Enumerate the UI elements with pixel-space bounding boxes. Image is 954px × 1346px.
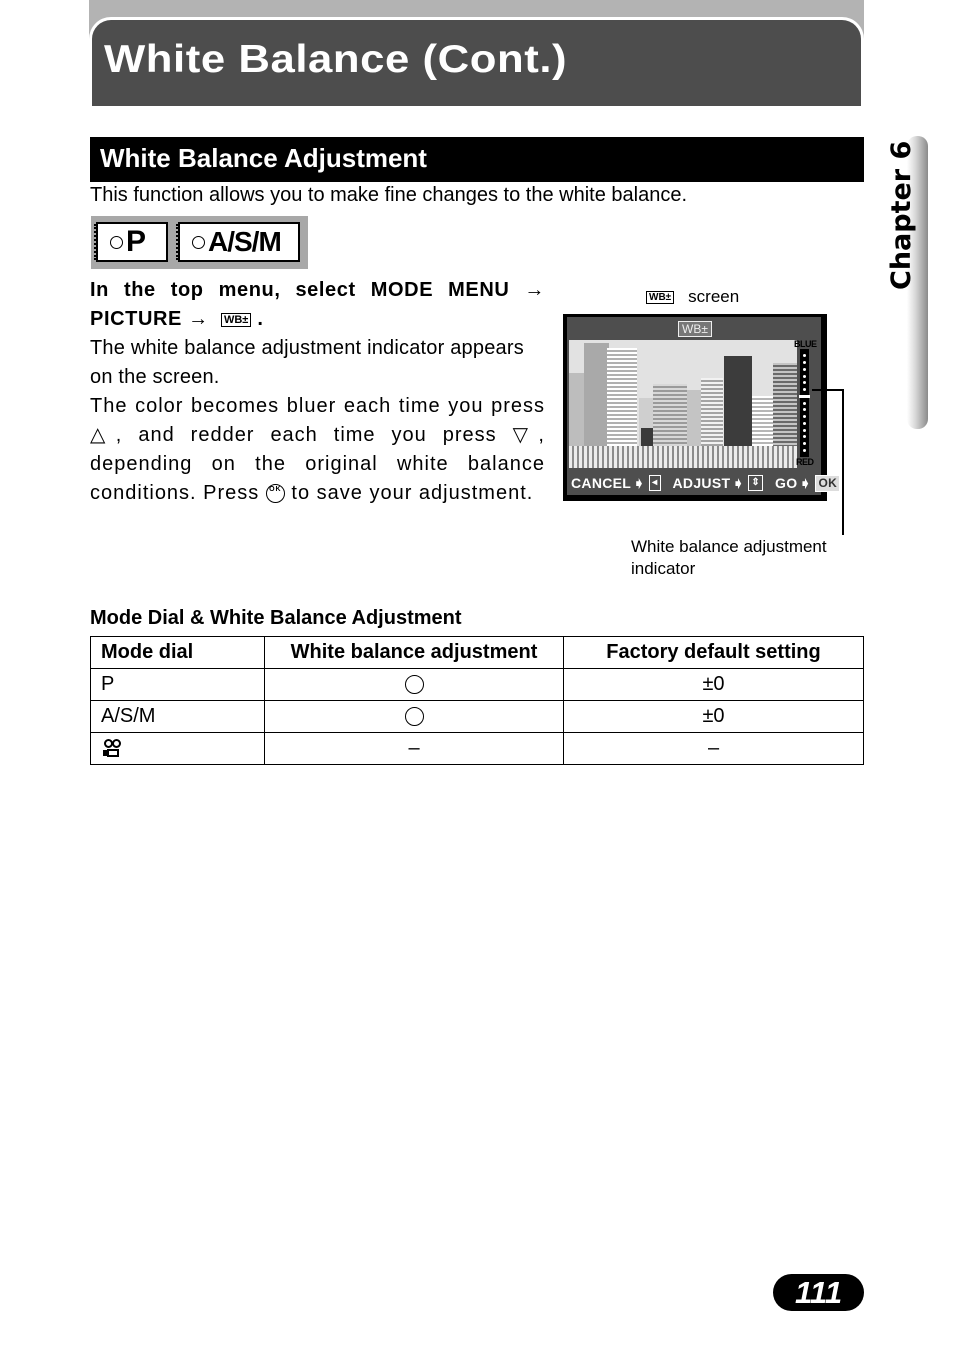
mode-badge-p: P: [94, 222, 168, 262]
scale-step-dot: [803, 354, 806, 358]
scale-step-dot: [803, 401, 806, 405]
chapter-label: Chapter 6: [886, 140, 917, 290]
mode-cell: [90, 732, 265, 765]
wb-adjust-icon: WB±: [220, 312, 252, 327]
instruction-step-cont: PICTURE → WB±.: [90, 308, 264, 330]
scale-step-dot: [803, 428, 806, 432]
mode-dial-table: Mode dial White balance adjustment Facto…: [90, 636, 864, 765]
scale-step-dot: [803, 374, 806, 378]
instruction-step: In the top menu, select MODE MENU →: [90, 279, 545, 301]
scale-step-dot: [803, 448, 806, 452]
mode-badges: P A/S/M: [91, 216, 308, 269]
column-header: Mode dial: [90, 636, 265, 669]
arrow-right-icon: →: [524, 279, 545, 301]
lcd-display: WB± BLUE RED CANCEL ➧ ◂ ADJUST ➧ ⇕ GO ➧: [567, 317, 841, 495]
go-label: GO: [775, 475, 798, 491]
default-cell: ±0: [563, 700, 864, 733]
page-title: White Balance (Cont.): [104, 38, 568, 81]
adjust-cell: [264, 700, 564, 733]
figure-caption: WB± screen: [646, 287, 739, 307]
column-header: Factory default setting: [563, 636, 864, 669]
movie-camera-icon: [101, 738, 123, 759]
dial-edge-icon: [176, 224, 186, 260]
mode-cell: A/S/M: [90, 700, 265, 733]
section-heading: White Balance Adjustment: [90, 137, 864, 182]
scale-step-dot: [803, 435, 806, 439]
callout-leader-line: [812, 389, 843, 391]
scale-step-dot: [803, 367, 806, 371]
scale-step-dot: [803, 421, 806, 425]
mode-badge-label: P: [126, 225, 146, 258]
up-down-key-icon: ⇕: [748, 475, 764, 491]
wb-adjust-icon: WB±: [646, 290, 675, 304]
instruction-paragraph-1: The white balance adjustment indicator a…: [90, 337, 524, 388]
arrow-right-icon: ➧: [732, 474, 745, 491]
down-button-icon: ▽: [512, 424, 539, 446]
scale-step-dot: [803, 408, 806, 412]
scale-step-dot: [803, 381, 806, 385]
left-key-icon: ◂: [649, 475, 661, 491]
dial-edge-icon: [94, 224, 104, 260]
scale-red-label: RED: [796, 457, 814, 467]
column-header: White balance adjustment: [264, 636, 564, 669]
scale-step-dot: [803, 388, 806, 391]
dial-indicator-icon: [110, 235, 123, 249]
camera-lcd-screen: WB± BLUE RED CANCEL ➧ ◂ ADJUST ➧ ⇕ GO ➧: [563, 314, 841, 501]
adjust-label: ADJUST: [672, 475, 731, 491]
ok-key-icon: OK: [815, 474, 841, 492]
adjust-cell: –: [264, 732, 564, 765]
mode-badge-asm: A/S/M: [176, 222, 300, 262]
lcd-control-bar: CANCEL ➧ ◂ ADJUST ➧ ⇕ GO ➧ OK: [567, 471, 841, 495]
mode-badge-label: A/S/M: [208, 226, 282, 257]
arrow-right-icon: →: [188, 308, 209, 330]
table-row: A/S/M ±0: [90, 700, 864, 733]
table-row: – –: [90, 732, 864, 765]
available-circle-icon: [404, 675, 424, 695]
cancel-label: CANCEL: [571, 475, 632, 491]
scale-step-dot: [803, 442, 806, 445]
lcd-wb-icon: WB±: [678, 321, 712, 337]
table-title: Mode Dial & White Balance Adjustment: [90, 607, 462, 629]
arrow-right-icon: ➧: [799, 474, 812, 491]
table-header-row: Mode dial White balance adjustment Facto…: [90, 636, 864, 669]
city-skyline-photo: [569, 340, 797, 468]
up-button-icon: △: [90, 424, 116, 446]
callout-leader-line: [842, 389, 844, 535]
wb-adjustment-indicator: [799, 349, 810, 457]
instructions: In the top menu, select MODE MENU → PICT…: [90, 276, 545, 508]
callout-label: White balance adjustment indicator: [631, 537, 827, 578]
scale-step-dot: [803, 415, 806, 418]
scale-blue-label: BLUE: [794, 339, 817, 349]
instruction-paragraph-2: The color becomes bluer each time you pr…: [90, 395, 545, 504]
scale-step-dot: [803, 361, 806, 364]
ok-button-icon: OK: [265, 484, 285, 504]
page-number: 111: [773, 1274, 864, 1311]
default-cell: –: [563, 732, 864, 765]
scale-current-marker: [799, 395, 810, 399]
arrow-right-icon: ➧: [633, 474, 646, 491]
adjust-cell: [264, 668, 564, 701]
default-cell: ±0: [563, 668, 864, 701]
intro-text: This function allows you to make fine ch…: [90, 184, 688, 206]
available-circle-icon: [404, 707, 424, 727]
dial-indicator-icon: [192, 235, 205, 249]
table-row: P ±0: [90, 668, 864, 701]
mode-cell: P: [90, 668, 265, 701]
